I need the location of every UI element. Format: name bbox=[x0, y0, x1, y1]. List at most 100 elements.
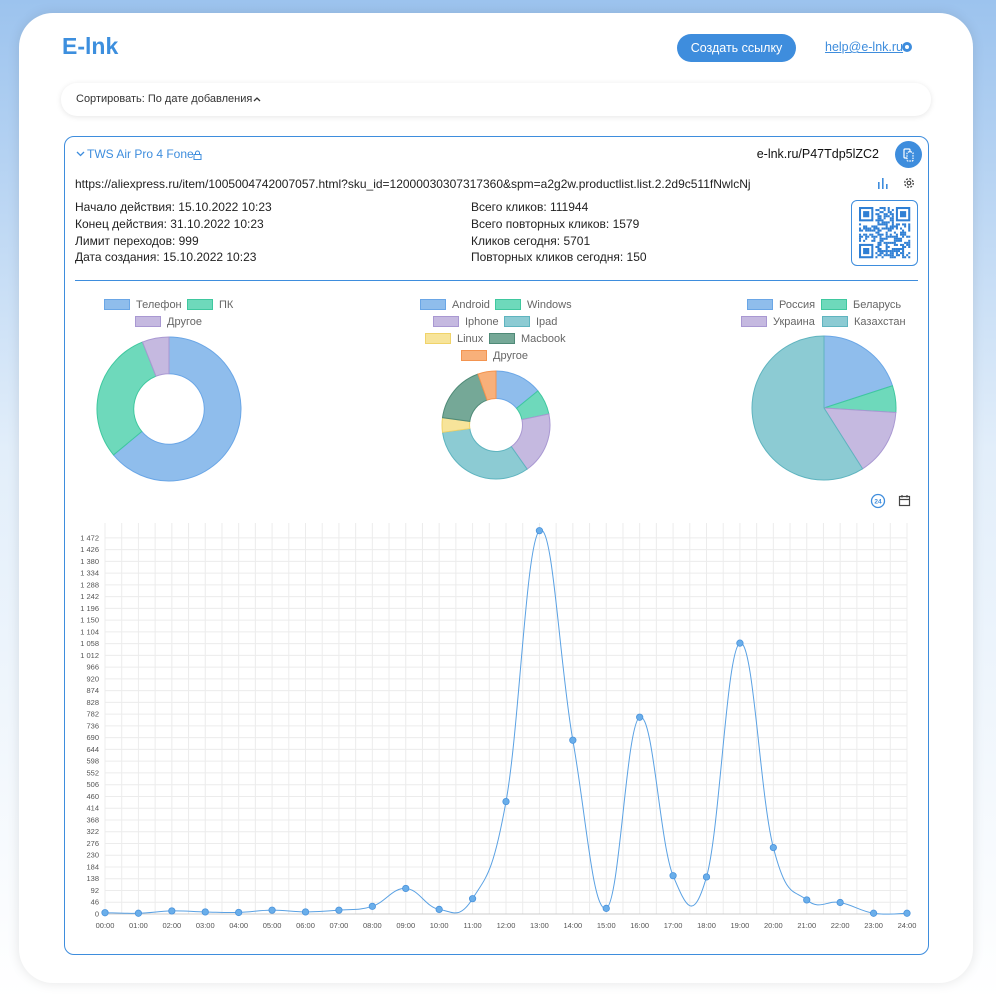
y-tick-label: 966 bbox=[86, 663, 99, 672]
y-tick-label: 1 058 bbox=[80, 639, 99, 648]
data-point[interactable] bbox=[201, 908, 209, 916]
created-date: Дата создания: 15.10.2022 10:23 bbox=[75, 250, 257, 265]
end-date: Конец действия: 31.10.2022 10:23 bbox=[75, 216, 264, 231]
y-tick-label: 46 bbox=[91, 898, 99, 907]
y-tick-label: 1 196 bbox=[80, 604, 99, 613]
y-tick-label: 1 380 bbox=[80, 557, 99, 566]
x-tick-label: 09:00 bbox=[396, 921, 415, 930]
data-point[interactable] bbox=[435, 905, 443, 913]
legend-android[interactable]: Android bbox=[420, 299, 490, 311]
long-url[interactable]: https://aliexpress.ru/item/1005004742007… bbox=[75, 177, 751, 191]
y-tick-label: 414 bbox=[86, 804, 99, 813]
data-point[interactable] bbox=[702, 873, 711, 881]
data-point[interactable] bbox=[736, 639, 744, 647]
legend-macbook[interactable]: Macbook bbox=[489, 333, 566, 345]
sort-bar[interactable]: Сортировать: По дате добавления bbox=[61, 83, 931, 116]
bar-chart-icon[interactable] bbox=[877, 177, 889, 189]
qr-code[interactable] bbox=[851, 200, 918, 266]
short-link[interactable]: e-lnk.ru/P47Tdp5lZC2 bbox=[757, 147, 879, 161]
clicks-today: Кликов сегодня: 5701 bbox=[471, 233, 591, 248]
data-point[interactable] bbox=[368, 902, 376, 910]
help-email-link[interactable]: help@e-lnk.ru bbox=[825, 40, 903, 54]
chevron-down-icon[interactable] bbox=[76, 150, 85, 158]
data-point[interactable] bbox=[235, 908, 243, 917]
y-tick-label: 552 bbox=[86, 768, 99, 777]
info-icon[interactable] bbox=[902, 42, 912, 52]
x-tick-label: 01:00 bbox=[129, 921, 148, 930]
page-container: E-lnk Создать ссылку help@e-lnk.ru Сорти… bbox=[19, 13, 973, 983]
gear-icon[interactable] bbox=[902, 176, 916, 190]
x-tick-label: 20:00 bbox=[764, 921, 783, 930]
data-point[interactable] bbox=[602, 904, 610, 912]
legend-ipad[interactable]: Ipad bbox=[504, 316, 557, 328]
legend-iphone[interactable]: Iphone bbox=[433, 316, 499, 328]
copy-button[interactable] bbox=[895, 141, 922, 168]
link-title[interactable]: TWS Air Pro 4 Fone bbox=[87, 147, 194, 161]
chevron-up-icon bbox=[253, 97, 261, 102]
y-tick-label: 736 bbox=[86, 721, 99, 730]
start-date: Начало действия: 15.10.2022 10:23 bbox=[75, 200, 272, 214]
data-point[interactable] bbox=[669, 872, 677, 880]
chart-grid bbox=[104, 523, 908, 915]
x-tick-label: 23:00 bbox=[864, 921, 883, 930]
copy-icon bbox=[903, 148, 914, 162]
data-point[interactable] bbox=[803, 896, 811, 904]
clock-24-icon[interactable]: 24 bbox=[870, 493, 886, 509]
link-card: TWS Air Pro 4 Fone e-lnk.ru/P47Tdp5lZC2 … bbox=[64, 136, 929, 955]
create-link-button[interactable]: Создать ссылку bbox=[677, 34, 796, 62]
calendar-icon[interactable] bbox=[898, 494, 911, 507]
legend-windows[interactable]: Windows bbox=[495, 299, 572, 311]
y-tick-label: 230 bbox=[86, 851, 99, 860]
y-tick-label: 322 bbox=[86, 827, 99, 836]
logo[interactable]: E-lnk bbox=[62, 33, 118, 60]
repeat-clicks-today: Повторных кликов сегодня: 150 bbox=[471, 250, 647, 265]
x-tick-label: 16:00 bbox=[630, 921, 649, 930]
data-point[interactable] bbox=[468, 895, 477, 903]
legend-linux[interactable]: Linux bbox=[425, 333, 483, 345]
x-tick-label: 10:00 bbox=[430, 921, 449, 930]
legend-pc[interactable]: ПК bbox=[187, 299, 233, 311]
data-point[interactable] bbox=[335, 906, 343, 914]
click-limit: Лимит переходов: 999 bbox=[75, 233, 199, 248]
pie-slice-ipad[interactable] bbox=[441, 428, 528, 480]
y-tick-label: 368 bbox=[86, 815, 99, 824]
legend-russia[interactable]: Россия bbox=[747, 299, 815, 311]
y-tick-label: 782 bbox=[86, 710, 99, 719]
data-point[interactable] bbox=[268, 906, 276, 914]
data-point[interactable] bbox=[903, 909, 911, 917]
y-tick-label: 1 426 bbox=[80, 545, 99, 554]
data-point[interactable] bbox=[502, 797, 510, 806]
data-point[interactable] bbox=[535, 527, 544, 535]
y-tick-label: 920 bbox=[86, 674, 99, 683]
legend-phone[interactable]: Телефон bbox=[104, 299, 182, 311]
data-point[interactable] bbox=[836, 898, 844, 907]
x-tick-label: 03:00 bbox=[196, 921, 215, 930]
legend-kazakhstan[interactable]: Казахстан bbox=[822, 316, 906, 328]
legend-other-device[interactable]: Другое bbox=[135, 316, 202, 328]
legend-ukraine[interactable]: Украина bbox=[741, 316, 815, 328]
legend-other-os[interactable]: Другое bbox=[461, 350, 528, 362]
data-point[interactable] bbox=[168, 907, 176, 915]
data-point[interactable] bbox=[636, 713, 644, 721]
divider bbox=[75, 280, 918, 281]
data-point[interactable] bbox=[769, 843, 777, 852]
x-tick-label: 19:00 bbox=[731, 921, 750, 930]
total-repeat-clicks: Всего повторных кликов: 1579 bbox=[471, 216, 640, 231]
y-tick-label: 1 012 bbox=[80, 651, 99, 660]
x-tick-label: 18:00 bbox=[697, 921, 716, 930]
x-tick-label: 07:00 bbox=[330, 921, 349, 930]
y-tick-label: 1 150 bbox=[80, 616, 99, 625]
data-point[interactable] bbox=[569, 736, 577, 744]
data-point[interactable] bbox=[301, 908, 310, 916]
info-left: Начало действия: 15.10.2022 10:23 Конец … bbox=[75, 199, 272, 266]
data-point[interactable] bbox=[134, 909, 143, 917]
lock-icon bbox=[193, 150, 202, 160]
data-point[interactable] bbox=[402, 884, 410, 893]
y-tick-label: 828 bbox=[86, 698, 99, 707]
y-tick-label: 1 288 bbox=[80, 580, 99, 589]
data-point[interactable] bbox=[869, 909, 878, 917]
data-point[interactable] bbox=[101, 909, 109, 917]
x-tick-label: 14:00 bbox=[563, 921, 582, 930]
legend-belarus[interactable]: Беларусь bbox=[821, 299, 901, 311]
sort-label: Сортировать: По дате добавления bbox=[76, 93, 253, 105]
